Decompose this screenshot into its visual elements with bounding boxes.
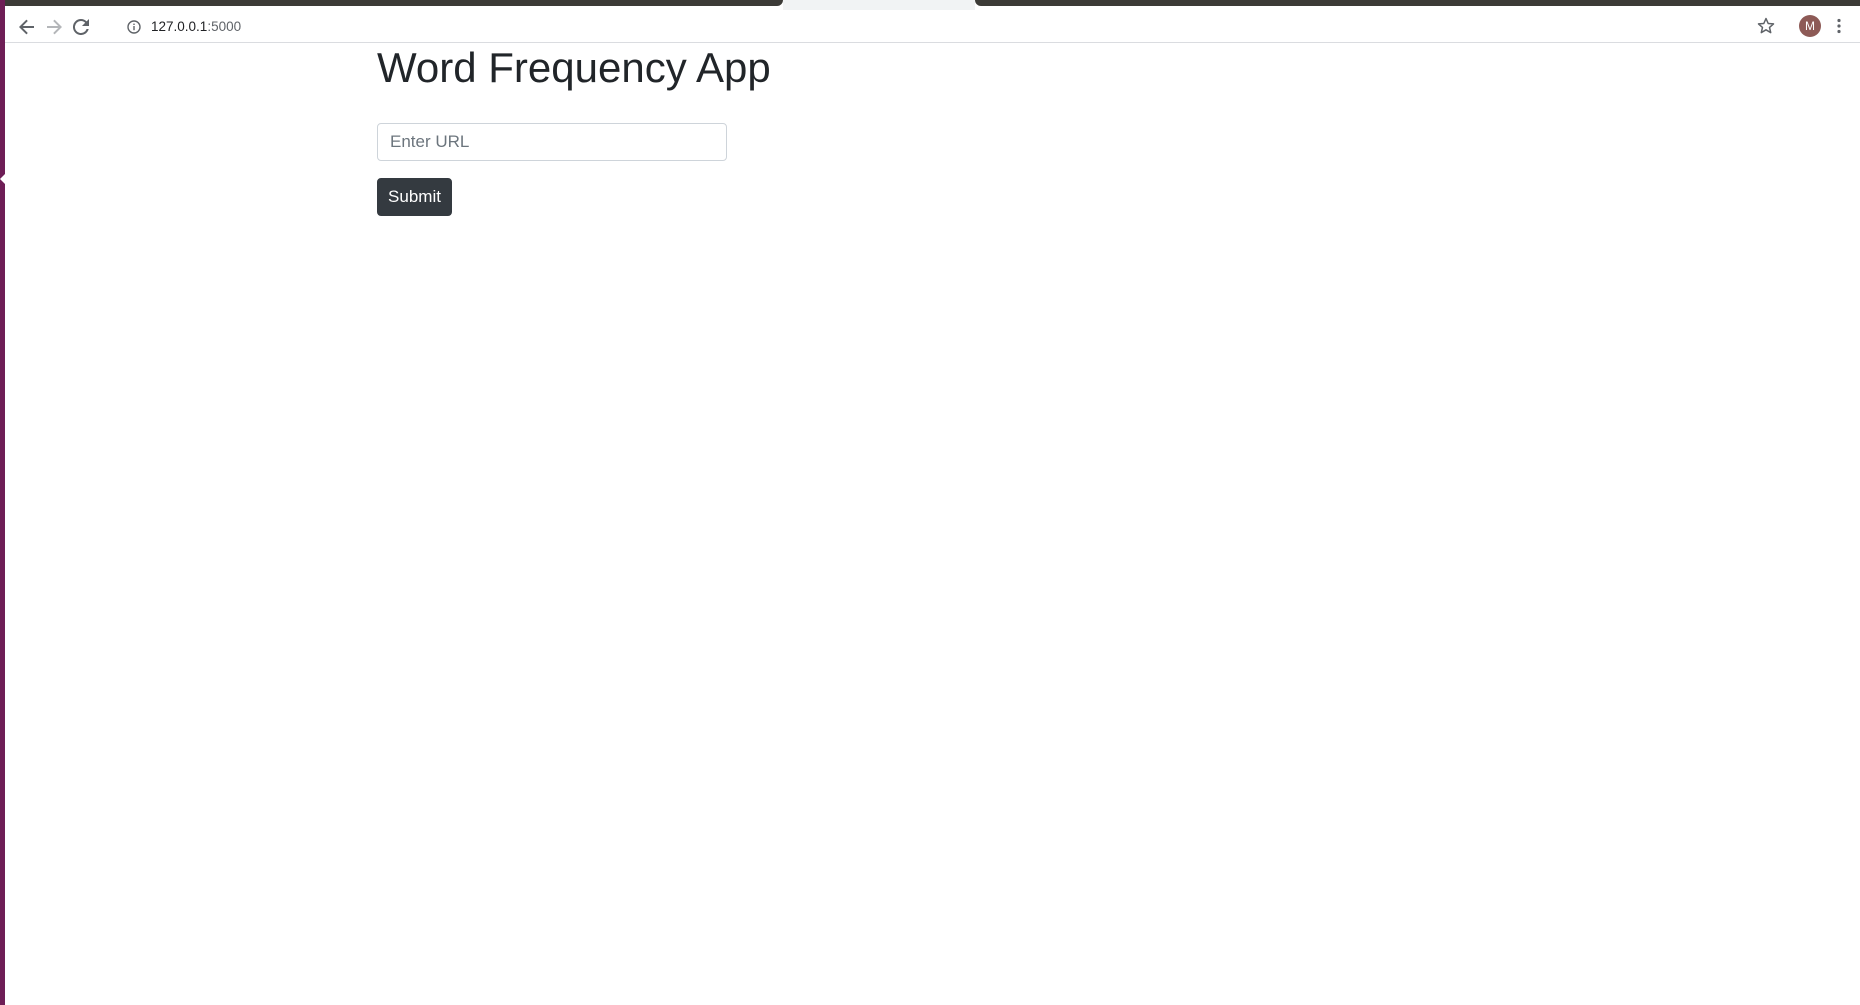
bookmark-button[interactable]	[1756, 16, 1776, 36]
forward-button[interactable]	[41, 14, 67, 40]
active-tab[interactable]	[783, 0, 975, 10]
back-button[interactable]	[14, 14, 40, 40]
browser-menu-button[interactable]	[1831, 16, 1847, 36]
page-content: Word Frequency App Submit	[5, 43, 1860, 1005]
url-text[interactable]: 127.0.0.1:5000	[151, 19, 241, 34]
reload-icon	[73, 19, 89, 35]
desktop-edge	[0, 0, 5, 1005]
inactive-tab-area-left[interactable]	[0, 0, 783, 6]
url-port: :5000	[207, 19, 242, 34]
edge-handle-icon[interactable]	[0, 174, 5, 184]
page-title: Word Frequency App	[377, 44, 771, 91]
kebab-menu-icon	[1837, 18, 1841, 34]
reload-button[interactable]	[68, 14, 94, 40]
url-input[interactable]	[377, 123, 727, 161]
browser-toolbar: 127.0.0.1:5000 M	[5, 10, 1860, 43]
screen: 127.0.0.1:5000 M Word Frequency App Subm…	[0, 0, 1860, 1005]
profile-initial: M	[1805, 19, 1815, 33]
tab-strip	[0, 0, 1860, 10]
info-icon[interactable]	[127, 20, 141, 34]
address-bar[interactable]: 127.0.0.1:5000	[113, 13, 1789, 41]
profile-avatar[interactable]: M	[1799, 15, 1821, 37]
inactive-tab-area-right[interactable]	[975, 0, 1860, 6]
star-icon	[1757, 17, 1775, 34]
arrow-right-icon	[47, 19, 62, 35]
arrow-left-icon	[19, 19, 34, 35]
url-host: 127.0.0.1	[151, 19, 208, 34]
submit-button[interactable]: Submit	[377, 178, 452, 216]
